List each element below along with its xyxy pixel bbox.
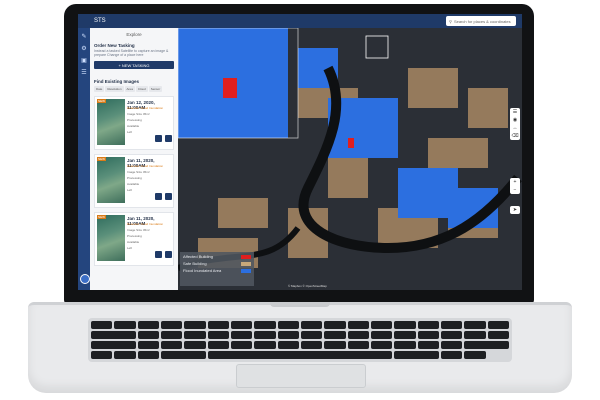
image-thumbnail[interactable]: NEW [97,99,125,145]
view-button[interactable] [155,135,162,142]
filter-chips: Date Resolution Area Cloud Sensor [94,86,174,92]
app-brand: STS [94,18,106,24]
camera-icon[interactable]: ◉ [513,116,517,124]
explore-panel: Explore Order New Tasking Instead a task… [90,28,178,290]
map-canvas[interactable] [178,28,522,290]
ruler-icon[interactable]: ↔ [513,124,518,132]
zoom-out-icon[interactable]: − [514,186,517,194]
image-detection: Detected: Flood Inundation [127,222,164,226]
laptop-hinge [270,302,330,307]
laptop-screen: STS ⚲ Search for places & coordinates ✎ … [78,14,522,290]
new-tag: NEW [97,99,106,103]
explore-icon[interactable]: ✎ [81,34,87,40]
settings-icon[interactable]: ⚙ [81,46,87,52]
keyboard [88,318,512,362]
compass-icon[interactable]: ➤ [513,206,517,214]
add-button[interactable] [165,135,172,142]
trackpad [236,364,366,388]
map-attribution: © Mapbox © OpenStreetMap [288,284,327,288]
search-icon: ⚲ [449,18,452,24]
image-size: Image Size 45m² [127,228,150,232]
map-legend: Affected Building Safe Building Flood In… [180,252,254,286]
image-processing: Processing [127,234,142,238]
new-tag: NEW [97,157,106,161]
image-card[interactable]: NEW Jan 12, 2020, 11:00AM Detected: Floo… [94,96,174,150]
order-section-title: Order New Tasking [94,43,135,48]
legend-swatch [241,254,251,259]
legend-item: Safe Building [183,261,251,266]
legend-label: Safe Building [183,261,207,266]
filter-chip[interactable]: Sensor [148,86,163,92]
new-tag: NEW [97,215,106,219]
image-thumbnail[interactable]: NEW [97,215,125,261]
legend-swatch [241,268,251,273]
search-input[interactable]: ⚲ Search for places & coordinates [446,16,516,26]
new-tasking-button[interactable]: + NEW TASKING [94,61,174,69]
order-section-description: Instead a tasked Satellite to capture an… [94,49,169,57]
list-icon[interactable]: ☰ [81,70,87,76]
layers-icon[interactable]: ☰ [513,108,517,116]
legend-item: Flood Inundated Area [183,268,251,273]
image-processing: Processing [127,176,142,180]
image-left: Left [127,188,133,192]
legend-label: Affected Building [183,254,213,259]
filter-chip[interactable]: Resolution [105,86,124,92]
affected-buildings [348,138,354,148]
image-availability: Available [127,182,140,186]
cart-icon[interactable]: ▣ [81,58,87,64]
image-size: Image Size 45m² [127,112,150,116]
left-rail: ✎ ⚙ ▣ ☰ [78,28,90,290]
search-placeholder: Search for places & coordinates [453,18,511,24]
filter-chip[interactable]: Area [124,86,135,92]
zoom-in-icon[interactable]: + [514,178,517,186]
map-view[interactable]: ☰ ◉ ↔ ⌫ + − ➤ [178,28,522,290]
image-card[interactable]: NEW Jan 11, 2020, 11:00AM Detected: Floo… [94,212,174,266]
compass-control: ➤ [510,206,520,214]
legend-item: Affected Building [183,254,251,259]
affected-buildings [223,78,237,98]
view-button[interactable] [155,251,162,258]
image-card[interactable]: NEW Jan 11, 2020, 11:00AM Detected: Floo… [94,154,174,208]
image-size: Image Size 45m² [127,170,150,174]
image-detection: Detected: Flood Inundation [127,164,164,168]
view-button[interactable] [155,193,162,200]
filter-chip[interactable]: Cloud [135,86,148,92]
image-left: Left [127,246,133,250]
image-availability: Available [127,240,140,244]
trash-icon[interactable]: ⌫ [511,132,518,140]
filter-chip[interactable]: Date [94,86,105,92]
find-section-title: Find Existing Images [94,79,140,84]
image-left: Left [127,130,133,134]
image-processing: Processing [127,118,142,122]
panel-title: Explore [126,32,142,37]
legend-label: Flood Inundated Area [183,268,222,273]
add-button[interactable] [165,251,172,258]
zoom-controls: + − [510,178,520,194]
app-topbar: STS ⚲ Search for places & coordinates [78,14,522,28]
user-avatar[interactable] [80,274,90,284]
add-button[interactable] [165,193,172,200]
image-detection: Detected: Flood Inundation [127,106,164,110]
image-thumbnail[interactable]: NEW [97,157,125,203]
image-availability: Available [127,124,140,128]
map-tools: ☰ ◉ ↔ ⌫ [510,108,520,140]
legend-swatch [241,261,251,266]
